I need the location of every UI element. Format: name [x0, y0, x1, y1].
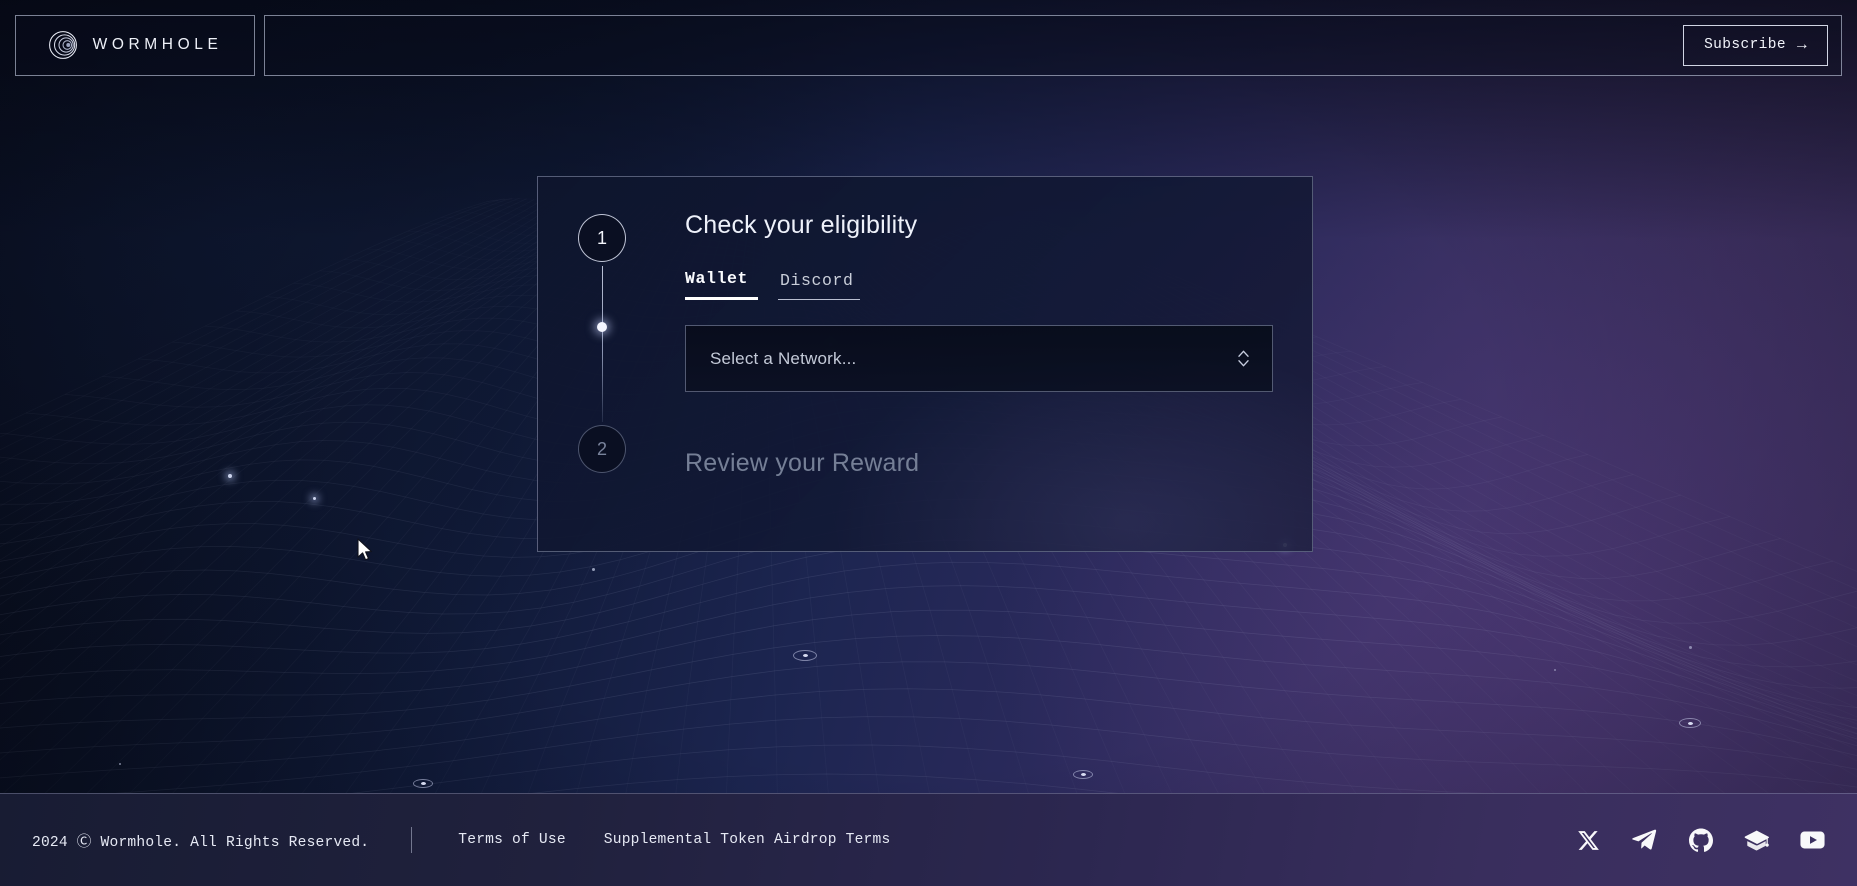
tab-wallet[interactable]: Wallet [685, 269, 759, 300]
github-icon[interactable] [1688, 828, 1713, 853]
brand-wordmark: WORMHOLE [92, 36, 223, 53]
step-2-number: 2 [596, 438, 607, 459]
subscribe-label: Subscribe [1704, 37, 1786, 53]
top-header: WORMHOLE Subscribe → [0, 0, 1857, 90]
header-nav-bar: Subscribe → [264, 14, 1842, 76]
chevron-up-down-icon [1237, 348, 1250, 369]
x-twitter-icon[interactable] [1576, 828, 1601, 853]
step-2-title: Review your Reward [685, 449, 920, 477]
wormhole-spiral-logo-icon [48, 30, 78, 60]
youtube-icon[interactable] [1800, 828, 1825, 853]
copyright-text: 2024 Ⓒ Wormhole. All Rights Reserved. [32, 834, 370, 851]
network-select-placeholder: Select a Network... [710, 348, 857, 368]
subscribe-button[interactable]: Subscribe → [1683, 24, 1828, 66]
step-1-circle: 1 [578, 214, 626, 262]
step-progress-dot [597, 322, 607, 332]
telegram-icon[interactable] [1632, 828, 1657, 853]
supplemental-terms-link[interactable]: Supplemental Token Airdrop Terms [604, 832, 891, 848]
step-indicator: 1 2 [578, 214, 626, 514]
network-select[interactable]: Select a Network... [685, 325, 1273, 392]
social-links [1576, 828, 1825, 853]
tab-discord[interactable]: Discord [778, 271, 860, 300]
card-content: Check your eligibility Wallet Discord Se… [685, 177, 1312, 551]
step-1-number: 1 [596, 227, 607, 248]
step-connector-line [601, 266, 603, 422]
step-1-title: Check your eligibility [685, 211, 918, 239]
page-footer: 2024 Ⓒ Wormhole. All Rights Reserved. Te… [0, 793, 1857, 886]
logo-container[interactable]: WORMHOLE [15, 14, 255, 76]
arrow-right-icon: → [1796, 36, 1807, 54]
eligibility-tabs: Wallet Discord [685, 269, 860, 300]
docs-book-icon[interactable] [1744, 828, 1769, 853]
app-root: WORMHOLE Subscribe → 1 2 Check your elig… [0, 0, 1857, 886]
step-2-circle: 2 [578, 425, 626, 473]
terms-of-use-link[interactable]: Terms of Use [458, 832, 566, 848]
eligibility-card: 1 2 Check your eligibility Wallet Discor… [537, 176, 1313, 552]
footer-divider [411, 827, 413, 853]
